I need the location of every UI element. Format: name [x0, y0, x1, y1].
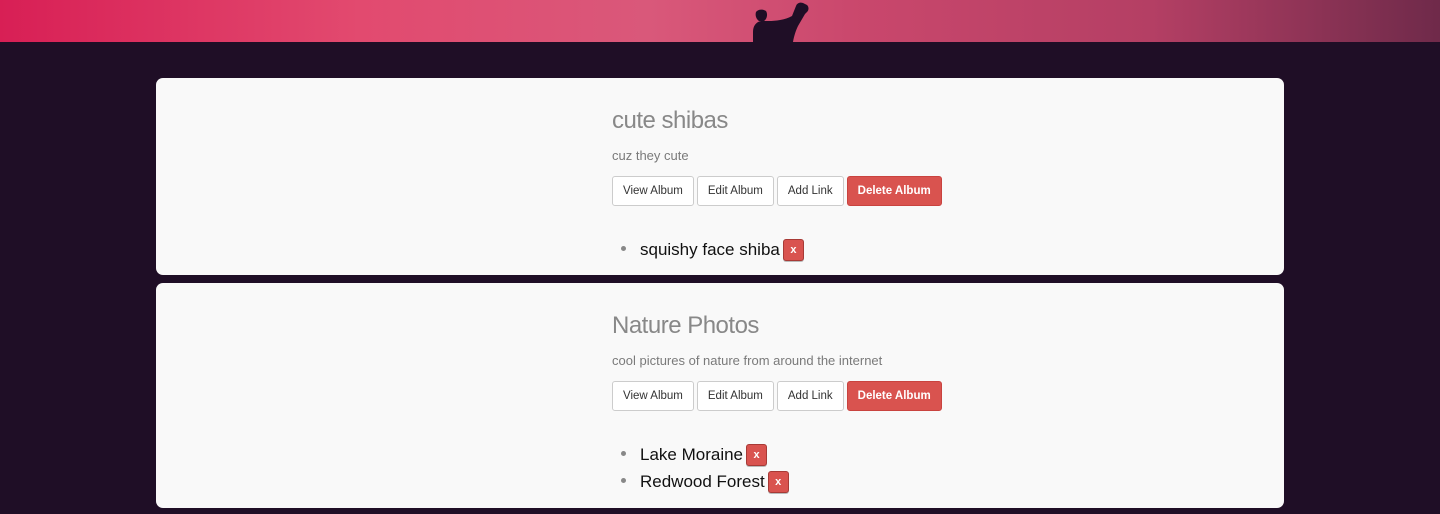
view-album-button[interactable]: View Album — [612, 176, 694, 206]
link-list: squishy face shiba x — [612, 236, 942, 263]
album-card: cute shibas cuz they cute View Album Edi… — [156, 78, 1284, 275]
album-actions: View Album Edit Album Add Link Delete Al… — [612, 176, 942, 206]
list-item: Redwood Forest x — [612, 468, 942, 495]
link-label[interactable]: Lake Moraine — [640, 443, 743, 467]
album-description: cuz they cute — [612, 148, 689, 163]
album-card: Nature Photos cool pictures of nature fr… — [156, 283, 1284, 508]
add-link-button[interactable]: Add Link — [776, 381, 844, 411]
bullet-icon — [621, 246, 626, 251]
album-actions: View Album Edit Album Add Link Delete Al… — [612, 381, 942, 411]
remove-link-button[interactable]: x — [746, 443, 768, 466]
person-silhouette-icon — [753, 2, 809, 42]
album-title: Nature Photos — [612, 312, 759, 339]
remove-link-button[interactable]: x — [782, 238, 804, 261]
delete-album-button[interactable]: Delete Album — [846, 381, 942, 411]
bullet-icon — [621, 478, 626, 483]
edit-album-button[interactable]: Edit Album — [696, 381, 774, 411]
add-link-button[interactable]: Add Link — [776, 176, 844, 206]
link-label[interactable]: squishy face shiba — [640, 238, 780, 262]
view-album-button[interactable]: View Album — [612, 381, 694, 411]
album-title: cute shibas — [612, 107, 728, 134]
link-list: Lake Moraine x Redwood Forest x — [612, 441, 942, 495]
album-description: cool pictures of nature from around the … — [612, 353, 883, 368]
remove-link-button[interactable]: x — [767, 470, 789, 493]
list-item: squishy face shiba x — [612, 236, 942, 263]
edit-album-button[interactable]: Edit Album — [696, 176, 774, 206]
list-item: Lake Moraine x — [612, 441, 942, 468]
link-label[interactable]: Redwood Forest — [640, 470, 765, 494]
bullet-icon — [621, 451, 626, 456]
hero-banner — [0, 0, 1440, 42]
delete-album-button[interactable]: Delete Album — [846, 176, 942, 206]
